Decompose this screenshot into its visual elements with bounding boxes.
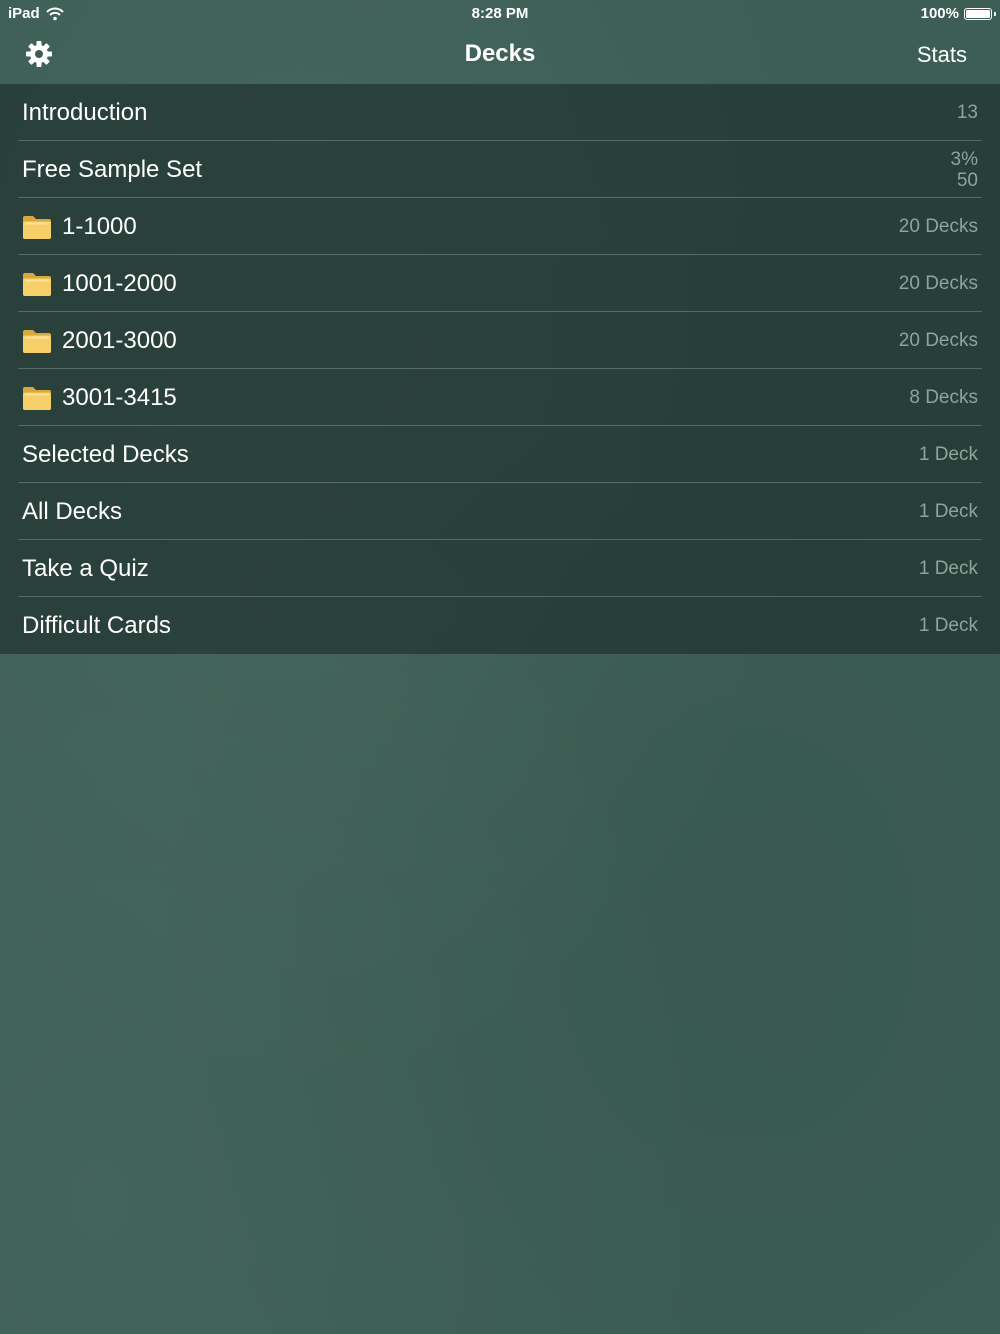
status-bar: iPad 8:28 PM 100% bbox=[0, 0, 1000, 28]
deck-name: Selected Decks bbox=[22, 440, 189, 468]
deck-count: 20 Decks bbox=[898, 216, 978, 237]
deck-count: 1 Deck bbox=[918, 444, 978, 465]
deck-progress: 3% bbox=[950, 148, 978, 170]
deck-row-free-sample-set[interactable]: Free Sample Set 3% 50 bbox=[0, 141, 1000, 198]
deck-name: 1001-2000 bbox=[62, 269, 177, 297]
settings-button[interactable] bbox=[22, 39, 56, 73]
deck-name: All Decks bbox=[22, 497, 123, 525]
deck-count: 13 bbox=[956, 102, 978, 123]
deck-row-difficult-cards[interactable]: Difficult Cards 1 Deck bbox=[0, 597, 1000, 654]
deck-row-2001-3000[interactable]: 2001-3000 20 Decks bbox=[0, 312, 1000, 369]
folder-icon bbox=[22, 328, 52, 354]
deck-row-3001-3415[interactable]: 3001-3415 8 Decks bbox=[0, 369, 1000, 426]
status-right: 100% bbox=[920, 5, 996, 22]
deck-name: Take a Quiz bbox=[22, 554, 149, 582]
deck-name: Difficult Cards bbox=[22, 611, 171, 639]
deck-name: Introduction bbox=[22, 98, 148, 126]
deck-count: 20 Decks bbox=[898, 330, 978, 351]
folder-icon bbox=[22, 385, 52, 411]
deck-row-selected-decks[interactable]: Selected Decks 1 Deck bbox=[0, 426, 1000, 483]
deck-count: 8 Decks bbox=[909, 387, 978, 408]
deck-count: 20 Decks bbox=[898, 273, 978, 294]
deck-count: 1 Deck bbox=[918, 501, 978, 522]
deck-name: Free Sample Set bbox=[22, 155, 203, 183]
page-title: Decks bbox=[464, 40, 536, 67]
deck-count: 1 Deck bbox=[918, 558, 978, 579]
folder-icon bbox=[22, 214, 52, 240]
deck-name: 1-1000 bbox=[62, 212, 137, 240]
deck-name: 2001-3000 bbox=[62, 326, 177, 354]
status-time: 8:28 PM bbox=[471, 5, 529, 22]
deck-name: 3001-3415 bbox=[62, 383, 177, 411]
deck-count: 1 Deck bbox=[918, 615, 978, 636]
battery-icon bbox=[964, 7, 996, 20]
battery-percent: 100% bbox=[920, 5, 959, 22]
deck-row-introduction[interactable]: Introduction 13 bbox=[0, 84, 1000, 141]
deck-list: Introduction 13 Free Sample Set 3% 50 1-… bbox=[0, 84, 1000, 654]
folder-icon bbox=[22, 271, 52, 297]
gear-icon bbox=[25, 40, 53, 73]
deck-row-1001-2000[interactable]: 1001-2000 20 Decks bbox=[0, 255, 1000, 312]
deck-count: 50 bbox=[956, 169, 978, 191]
deck-row-all-decks[interactable]: All Decks 1 Deck bbox=[0, 483, 1000, 540]
deck-row-1-1000[interactable]: 1-1000 20 Decks bbox=[0, 198, 1000, 255]
navigation-bar: Decks Stats bbox=[0, 28, 1000, 84]
deck-row-take-a-quiz[interactable]: Take a Quiz 1 Deck bbox=[0, 540, 1000, 597]
stats-button[interactable]: Stats bbox=[917, 42, 967, 68]
